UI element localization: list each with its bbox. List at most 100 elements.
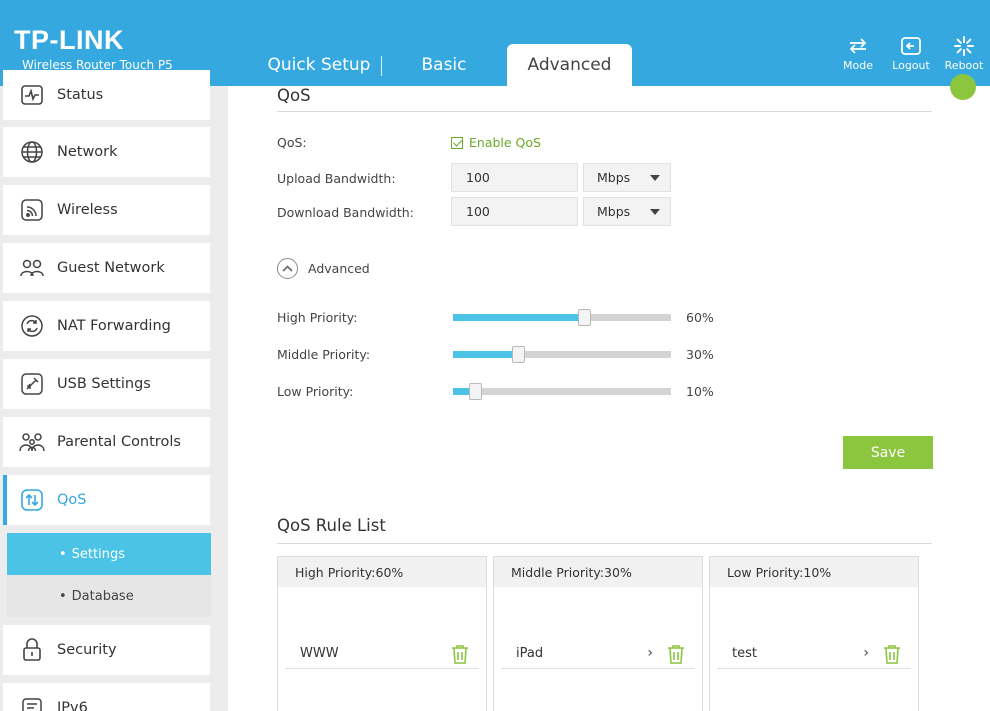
select-value: Mbps	[597, 204, 631, 219]
rule-entry-name: test	[732, 646, 757, 661]
sidebar-subitem-label: Database	[71, 588, 134, 604]
tab-basic[interactable]: Basic	[396, 44, 492, 86]
sidebar: Status Network Wireless Guest Network NA…	[0, 70, 228, 711]
sidebar-item-nat-forwarding[interactable]: NAT Forwarding	[3, 301, 210, 351]
upload-bandwidth-label: Upload Bandwidth:	[277, 171, 396, 186]
bullet: •	[59, 546, 67, 562]
trash-icon[interactable]	[451, 644, 469, 668]
sidebar-item-qos[interactable]: QoS	[3, 475, 210, 525]
page-title: QoS	[277, 86, 311, 105]
sidebar-item-guest-network[interactable]: Guest Network	[3, 243, 210, 293]
tab-quick-setup[interactable]: Quick Setup	[260, 44, 378, 86]
status-pulse-icon	[19, 82, 45, 108]
dropdown-caret-icon	[650, 175, 660, 181]
middle-priority-percent: 30%	[686, 347, 714, 362]
tab-divider	[381, 56, 382, 76]
family-icon	[19, 429, 45, 455]
main-panel: QoS QoS: Enable QoS Upload Bandwidth: 10…	[228, 74, 990, 711]
nat-forwarding-icon	[19, 313, 45, 339]
enable-qos-checkbox[interactable]: Enable QoS	[451, 135, 541, 150]
guest-users-icon	[19, 255, 45, 281]
title-divider	[277, 111, 932, 112]
reboot-button[interactable]: Reboot	[941, 36, 987, 72]
sidebar-item-label: Guest Network	[57, 260, 165, 276]
download-bandwidth-label: Download Bandwidth:	[277, 205, 414, 220]
globe-icon	[19, 139, 45, 165]
mode-label: Mode	[843, 59, 873, 72]
rule-entry[interactable]: test ›	[717, 639, 911, 669]
bullet: •	[59, 588, 67, 604]
wireless-icon	[19, 197, 45, 223]
sidebar-item-label: Wireless	[57, 202, 118, 218]
low-priority-percent: 10%	[686, 384, 714, 399]
advanced-toggle[interactable]: Advanced	[277, 258, 370, 279]
sidebar-item-ipv6[interactable]: IPv6	[3, 683, 210, 711]
high-priority-percent: 60%	[686, 310, 714, 325]
card-header: Low Priority:10%	[710, 557, 918, 587]
select-value: Mbps	[597, 170, 631, 185]
lock-icon	[19, 637, 45, 663]
sidebar-item-label: USB Settings	[57, 376, 151, 392]
middle-priority-slider[interactable]	[453, 346, 671, 363]
brand-logo: TP-LINK	[14, 25, 124, 55]
sidebar-item-usb-settings[interactable]: USB Settings	[3, 359, 210, 409]
sidebar-item-label: Status	[57, 87, 104, 103]
enable-qos-label: Enable QoS	[469, 135, 541, 150]
sidebar-item-network[interactable]: Network	[3, 127, 210, 177]
low-priority-card: Low Priority:10% test ›	[709, 556, 919, 711]
download-unit-select[interactable]: Mbps	[583, 197, 671, 226]
sidebar-item-label: NAT Forwarding	[57, 318, 171, 334]
card-header: High Priority:60%	[278, 557, 486, 587]
sidebar-item-parental-controls[interactable]: Parental Controls	[3, 417, 210, 467]
checkbox-checked-icon	[451, 136, 463, 149]
slider-fill	[453, 351, 519, 358]
middle-priority-card: Middle Priority:30% iPad ›	[493, 556, 703, 711]
upload-unit-select[interactable]: Mbps	[583, 163, 671, 192]
sidebar-item-security[interactable]: Security	[3, 625, 210, 675]
sidebar-item-label: IPv6	[57, 700, 88, 711]
logout-icon	[901, 37, 921, 55]
help-icon[interactable]	[950, 74, 976, 100]
trash-icon[interactable]	[667, 644, 685, 668]
rule-entry-name: WWW	[300, 646, 339, 661]
trash-icon[interactable]	[883, 644, 901, 668]
rule-entry-name: iPad	[516, 646, 544, 661]
low-priority-slider[interactable]	[453, 383, 671, 400]
rule-list-title: QoS Rule List	[277, 516, 386, 535]
chevron-right-icon[interactable]: ›	[647, 645, 653, 661]
logout-button[interactable]: Logout	[888, 36, 934, 72]
sidebar-subitem-database[interactable]: • Database	[7, 575, 211, 617]
reboot-label: Reboot	[944, 59, 984, 72]
sidebar-item-status[interactable]: Status	[3, 70, 210, 120]
upload-bandwidth-input[interactable]: 100	[451, 163, 578, 192]
ipv6-icon	[19, 695, 45, 711]
sidebar-subitem-settings[interactable]: • Settings	[7, 533, 211, 575]
slider-handle[interactable]	[468, 383, 482, 400]
sidebar-item-label: Parental Controls	[57, 434, 181, 450]
rule-list-divider	[277, 543, 932, 544]
slider-handle[interactable]	[577, 309, 591, 326]
sidebar-item-label: Security	[57, 642, 117, 658]
sidebar-item-label: Network	[57, 144, 118, 160]
mode-button[interactable]: Mode	[835, 36, 881, 72]
high-priority-card: High Priority:60% WWW	[277, 556, 487, 711]
low-priority-label: Low Priority:	[277, 384, 354, 399]
save-button[interactable]: Save	[843, 436, 933, 469]
advanced-label: Advanced	[308, 261, 370, 276]
download-bandwidth-input[interactable]: 100	[451, 197, 578, 226]
usb-icon	[19, 371, 45, 397]
tab-advanced[interactable]: Advanced	[507, 44, 632, 86]
chevron-up-icon	[277, 258, 298, 279]
qos-label: QoS:	[277, 135, 307, 150]
sidebar-item-wireless[interactable]: Wireless	[3, 185, 210, 235]
mode-switch-icon	[849, 38, 867, 54]
high-priority-label: High Priority:	[277, 310, 358, 325]
high-priority-slider[interactable]	[453, 309, 671, 326]
rule-entry[interactable]: iPad ›	[501, 639, 695, 669]
dropdown-caret-icon	[650, 209, 660, 215]
chevron-right-icon[interactable]: ›	[863, 645, 869, 661]
middle-priority-label: Middle Priority:	[277, 347, 371, 362]
rule-entry[interactable]: WWW	[285, 639, 479, 669]
slider-handle[interactable]	[512, 346, 526, 363]
slider-fill	[453, 314, 584, 321]
